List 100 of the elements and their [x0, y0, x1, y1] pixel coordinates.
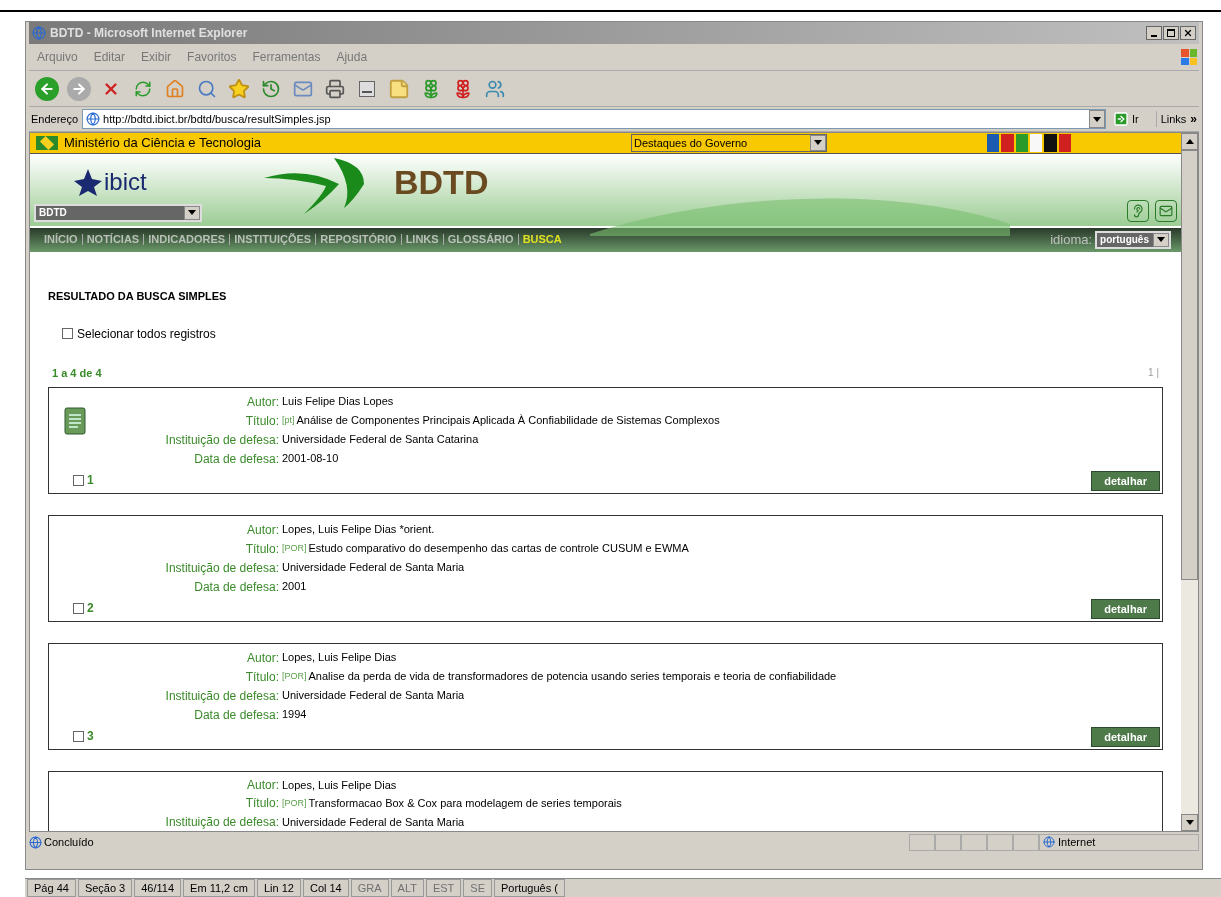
- nav-link[interactable]: REPOSITÓRIO: [315, 234, 401, 246]
- nav-link[interactable]: INDICADORES: [143, 234, 230, 246]
- field-label: Título:: [244, 540, 279, 558]
- site-select[interactable]: BDTD: [34, 203, 202, 222]
- field-label: Título:: [244, 795, 279, 813]
- flag-icon: [36, 136, 58, 150]
- field-value: 2001-08-10: [282, 451, 339, 467]
- field-value: Universidade Federal de Santa Catarina: [282, 432, 479, 448]
- arrow-right-icon: [71, 80, 87, 97]
- minimize-button[interactable]: [1146, 26, 1162, 40]
- site-title: BDTD: [394, 161, 489, 203]
- maximize-button[interactable]: [1163, 26, 1179, 40]
- up-arrow-icon: [1185, 139, 1194, 144]
- flower-icon: [453, 78, 473, 99]
- globe-icon: [1043, 836, 1055, 848]
- status-panel: [987, 833, 1013, 851]
- field-label: Instituição de defesa:: [164, 431, 279, 449]
- record-checkbox[interactable]: [73, 474, 84, 486]
- status-field: ALT: [390, 878, 424, 897]
- field-value: Lopes, Luis Felipe Dias: [282, 777, 397, 793]
- scroll-up-button[interactable]: [1181, 133, 1198, 150]
- scroll-down-button[interactable]: [1181, 814, 1198, 831]
- status-field: EST: [425, 878, 462, 897]
- status-field: Português (: [494, 878, 565, 897]
- field-label: Título:: [244, 668, 279, 686]
- links-button[interactable]: Links: [1155, 110, 1187, 128]
- record-number: 1: [87, 472, 94, 489]
- ibict-logo: ibict: [104, 166, 147, 197]
- address-label: Endereço: [31, 111, 79, 127]
- field-value: Universidade Federal de Santa Maria: [282, 560, 465, 576]
- field-label: Instituição de defesa:: [164, 687, 279, 705]
- detalhar-button[interactable]: detalhar: [1091, 727, 1160, 747]
- nav-link[interactable]: LINKS: [400, 234, 443, 246]
- ear-icon: [1131, 203, 1145, 218]
- go-button[interactable]: Ir: [1109, 110, 1142, 128]
- scroll-thumb[interactable]: [1181, 150, 1198, 580]
- nav-link[interactable]: NOTÍCIAS: [81, 234, 144, 246]
- menu-item[interactable]: Ajuda: [328, 48, 376, 66]
- menu-item[interactable]: Arquivo: [29, 48, 86, 66]
- select-all-checkbox[interactable]: [62, 328, 73, 339]
- select-all-label: Selecionar todos registros: [77, 325, 216, 343]
- menu-item[interactable]: Ferramentas: [244, 48, 329, 66]
- scrollbar[interactable]: [1181, 133, 1198, 831]
- field-value: Transformacao Box & Cox para modelagem de series temporais: [308, 796, 622, 812]
- star-icon: [228, 77, 250, 100]
- page-icon: [29, 835, 42, 849]
- detalhar-button[interactable]: detalhar: [1091, 471, 1160, 491]
- field-value: Análise de Componentes Principais Aplicada À Confiabilidade de Sistemas Complexos: [296, 413, 720, 429]
- status-field: 46/114: [134, 878, 182, 897]
- document-icon: [359, 80, 375, 97]
- page-number: 1 |: [1148, 366, 1159, 381]
- status-panel: [935, 833, 961, 851]
- search-icon: [197, 78, 217, 99]
- status-panel: [961, 833, 987, 851]
- status-text: Concluído: [44, 834, 94, 850]
- nav-link[interactable]: INÍCIO: [40, 234, 82, 246]
- nav-link[interactable]: BUSCA: [517, 234, 566, 246]
- field-value: Lopes, Luis Felipe Dias *orient.: [282, 522, 435, 538]
- nav-link[interactable]: GLOSSÁRIO: [442, 234, 518, 246]
- accessibility-button[interactable]: [1127, 199, 1149, 222]
- field-label: Autor:: [246, 649, 279, 667]
- record-checkbox[interactable]: [73, 602, 84, 614]
- nav-link[interactable]: INSTITUIÇÕES: [229, 234, 316, 246]
- status-field: Seção 3: [77, 878, 133, 897]
- record-checkbox[interactable]: [73, 730, 84, 742]
- window-title: BDTD - Microsoft Internet Explorer: [50, 25, 248, 42]
- more-button[interactable]: »: [1190, 110, 1197, 128]
- address-field[interactable]: http://bdtd.ibict.br/bdtd/busca/resultSimples.jsp: [82, 109, 1106, 129]
- menu-item[interactable]: Editar: [85, 48, 134, 66]
- field-value: 1994: [282, 707, 307, 723]
- zone-indicator: Internet: [1039, 833, 1199, 851]
- status-field: Lin 12: [256, 878, 301, 897]
- language-label: idioma:: [1050, 231, 1093, 250]
- field-value: 2001: [282, 579, 307, 595]
- down-arrow-icon: [1185, 820, 1194, 825]
- government-dropdown[interactable]: Destaques do Governo: [631, 134, 828, 152]
- field-label: Data de defesa:: [193, 578, 279, 596]
- field-label: Autor:: [246, 521, 279, 539]
- field-label: Autor:: [246, 777, 279, 795]
- status-field: Col 14: [302, 878, 349, 897]
- menu-item[interactable]: Favoritos: [179, 48, 245, 66]
- results-heading: RESULTADO DA BUSCA SIMPLES: [48, 289, 228, 304]
- mail-button[interactable]: [1155, 199, 1177, 222]
- field-value: Analise da perda de vida de transformadores de potencia usando series temporais e teoria de confiabilidade: [308, 669, 837, 685]
- status-panel: [1013, 833, 1039, 851]
- home-icon: [165, 78, 185, 99]
- close-icon: [1183, 28, 1193, 38]
- field-label: Instituição de defesa:: [164, 559, 279, 577]
- detalhar-button[interactable]: detalhar: [1091, 599, 1160, 619]
- status-field: SE: [463, 878, 493, 897]
- language-tag: [POR]: [282, 796, 307, 811]
- status-field: Em 11,2 cm: [183, 878, 255, 897]
- field-value: Luis Felipe Dias Lopes: [282, 394, 394, 410]
- close-button[interactable]: [1180, 26, 1196, 40]
- language-select[interactable]: português: [1095, 230, 1171, 249]
- arrow-right-icon: [1112, 111, 1129, 127]
- menu-item[interactable]: Exibir: [133, 48, 180, 66]
- field-label: Autor:: [246, 393, 279, 411]
- status-panel: [909, 833, 935, 851]
- history-icon: [261, 78, 281, 99]
